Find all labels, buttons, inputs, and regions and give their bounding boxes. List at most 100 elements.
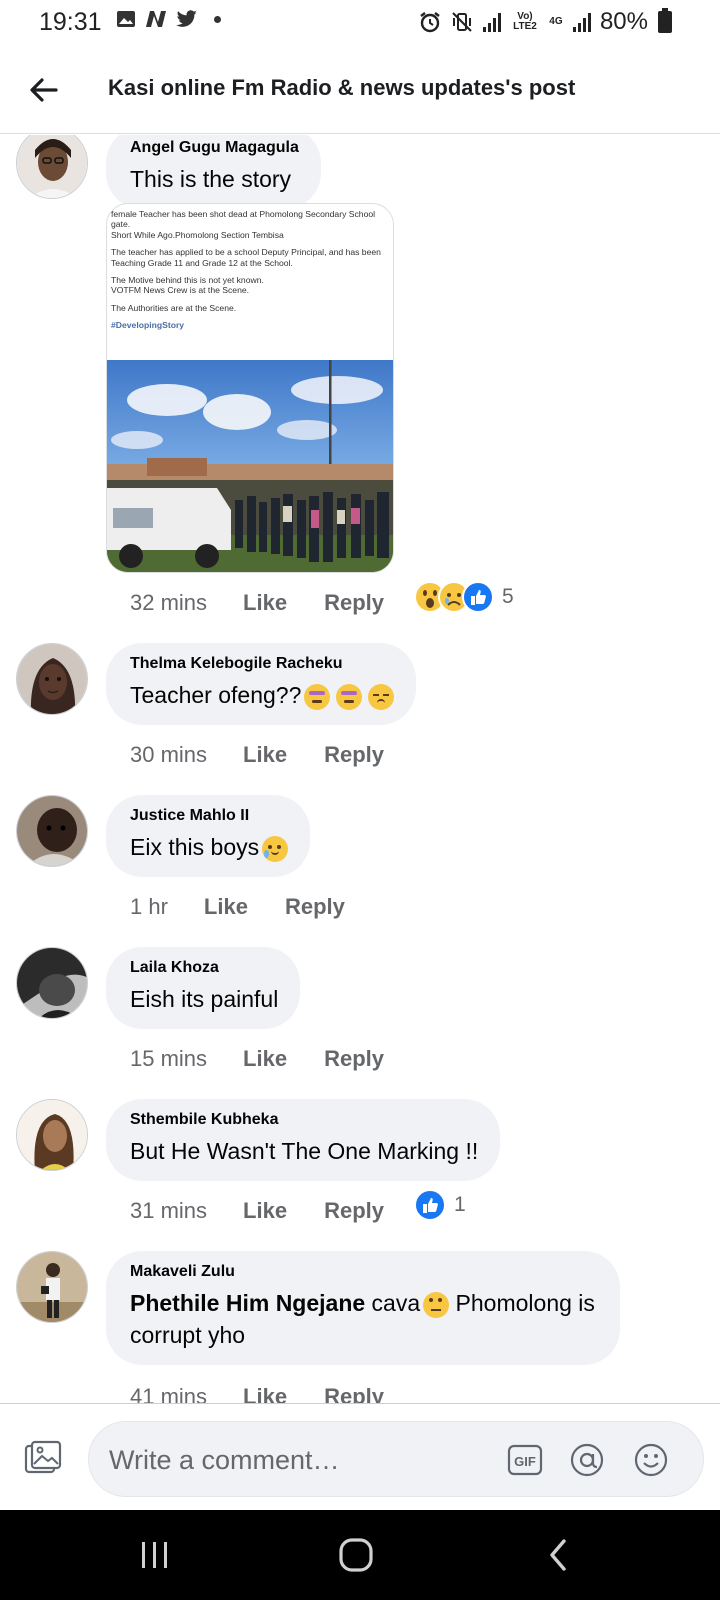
comment-author[interactable]: Angel Gugu Magagula [130, 139, 299, 157]
news-app-icon [146, 11, 166, 27]
reply-action[interactable]: Reply [285, 894, 345, 920]
comment-time[interactable]: 30 mins [130, 742, 207, 768]
reaction-summary[interactable]: 1 [414, 1189, 466, 1221]
dizzy-face-icon [336, 683, 363, 710]
comment-input[interactable] [109, 1440, 489, 1480]
comment-time[interactable]: 31 mins [130, 1198, 207, 1224]
dizzy-face-icon [304, 683, 331, 710]
like-action[interactable]: Like [243, 742, 287, 768]
vibrate-mute-icon [452, 12, 472, 32]
attachment-line: Short While Ago.Phomolong Section Tembis… [111, 229, 284, 240]
like-action[interactable]: Like [243, 1384, 287, 1403]
comment-author[interactable]: Thelma Kelebogile Racheku [130, 655, 394, 673]
comment-text-body: Eix this boys [130, 834, 260, 860]
photo-icon [24, 1440, 62, 1474]
comment-author[interactable]: Makaveli Zulu [130, 1263, 598, 1281]
reply-action[interactable]: Reply [324, 742, 384, 768]
comment-text-part: corrupt yho [130, 1322, 246, 1348]
home-icon [339, 1538, 373, 1572]
comment-author[interactable]: Laila Khoza [130, 959, 278, 977]
system-status-icons: Vo) LTE2 4G 80% [418, 8, 672, 36]
comment-meta: 1 hr Like Reply [130, 891, 345, 923]
mention-button[interactable] [569, 1442, 605, 1478]
smiley-icon [634, 1443, 668, 1477]
reply-action[interactable]: Reply [324, 1046, 384, 1072]
like-action[interactable]: Like [204, 894, 248, 920]
network-type: 4G [549, 16, 563, 27]
comment-input-wrapper: GIF [88, 1421, 704, 1497]
back-arrow-icon [30, 78, 58, 102]
comment-list[interactable]: Angel Gugu Magagula This is the story fe… [0, 135, 720, 1403]
gif-button[interactable]: GIF [507, 1442, 543, 1478]
reaction-count: 1 [454, 1193, 466, 1216]
comment-text: But He Wasn't The One Marking !! [130, 1138, 479, 1164]
mention-link[interactable]: Phethile Him Ngejane [130, 1290, 365, 1316]
reply-action[interactable]: Reply [324, 1198, 384, 1224]
avatar[interactable] [16, 1251, 88, 1323]
attachment-line: The teacher has applied to be a school D… [111, 247, 381, 268]
like-action[interactable]: Like [243, 1198, 287, 1224]
comment-author[interactable]: Sthembile Kubheka [130, 1111, 478, 1129]
twitter-icon [176, 10, 197, 27]
comment-bubble[interactable]: Angel Gugu Magagula This is the story [106, 135, 321, 209]
like-icon [462, 581, 494, 613]
recent-apps-button[interactable] [125, 1532, 185, 1578]
scene-photo [107, 360, 393, 572]
like-action[interactable]: Like [243, 1046, 287, 1072]
attachment-hashtag: #DevelopingStory [111, 320, 185, 331]
gif-label: GIF [514, 1454, 536, 1469]
avatar[interactable] [16, 947, 88, 1019]
comment-text-part: Phomolong is [449, 1290, 595, 1316]
status-bar: 19:31 Vo) LTE2 4G 80% [0, 0, 720, 46]
reply-action[interactable]: Reply [324, 590, 384, 616]
home-button[interactable] [326, 1532, 386, 1578]
signal-icon-1 [482, 13, 501, 32]
gallery-notification-icon [117, 11, 135, 27]
comment-text: Eish its painful [130, 986, 279, 1012]
comment-bubble[interactable]: Makaveli Zulu Phethile Him Ngejane cava … [106, 1251, 620, 1365]
status-time: 19:31 [39, 8, 102, 36]
comment-bubble[interactable]: Justice Mahlo II Eix this boys [106, 795, 311, 877]
comment-text: Eix this boys [130, 834, 289, 862]
rolling-eyes-face-icon [423, 1291, 450, 1318]
more-notifications-dot [214, 15, 221, 23]
comment-text: This is the story [130, 166, 292, 192]
avatar[interactable] [16, 643, 88, 715]
comment-bubble[interactable]: Sthembile Kubheka But He Wasn't The One … [106, 1099, 501, 1181]
avatar[interactable] [16, 795, 88, 867]
reaction-summary[interactable]: 5 [414, 581, 514, 613]
page-title: Kasi online Fm Radio & news updates's po… [108, 75, 576, 100]
avatar[interactable] [16, 135, 88, 199]
attachment-line: VOTFM News Crew is at the Scene. [111, 285, 250, 296]
reaction-count: 5 [502, 585, 514, 608]
attachment-text: female Teacher has been shot dead at Pho… [107, 204, 393, 331]
crying-face-icon [262, 835, 289, 862]
comment-composer: GIF [0, 1403, 720, 1510]
comment-time[interactable]: 32 mins [130, 590, 207, 616]
comment-bubble[interactable]: Thelma Kelebogile Racheku Teacher ofeng?… [106, 643, 417, 725]
comment-time[interactable]: 15 mins [130, 1046, 207, 1072]
like-action[interactable]: Like [243, 590, 287, 616]
comment-attachment-image[interactable]: female Teacher has been shot dead at Pho… [106, 203, 394, 573]
back-button[interactable] [22, 68, 66, 112]
add-photo-button[interactable] [24, 1440, 62, 1476]
attachment-line: The Motive behind this is not yet known. [111, 275, 264, 286]
pensive-face-icon [368, 683, 395, 710]
comment-bubble[interactable]: Laila Khoza Eish its painful [106, 947, 301, 1029]
system-nav-bar [0, 1510, 720, 1600]
comment-text: Phethile Him Ngejane cava Phomolong is c… [130, 1287, 598, 1351]
recent-apps-icon [142, 1542, 167, 1568]
comment-time[interactable]: 41 mins [130, 1384, 207, 1403]
comment-text: Teacher ofeng?? [130, 682, 395, 710]
avatar[interactable] [16, 1099, 88, 1171]
signal-icon-2 [572, 13, 591, 32]
comment-time[interactable]: 1 hr [130, 894, 168, 920]
like-icon [414, 1189, 446, 1221]
back-nav-button[interactable] [528, 1532, 588, 1578]
reply-action[interactable]: Reply [324, 1384, 384, 1403]
comment-author[interactable]: Justice Mahlo II [130, 807, 288, 825]
notification-icons [116, 10, 221, 28]
emoji-button[interactable] [633, 1442, 669, 1478]
comment-text-body: Teacher ofeng?? [130, 682, 302, 708]
at-sign-icon [570, 1443, 604, 1477]
